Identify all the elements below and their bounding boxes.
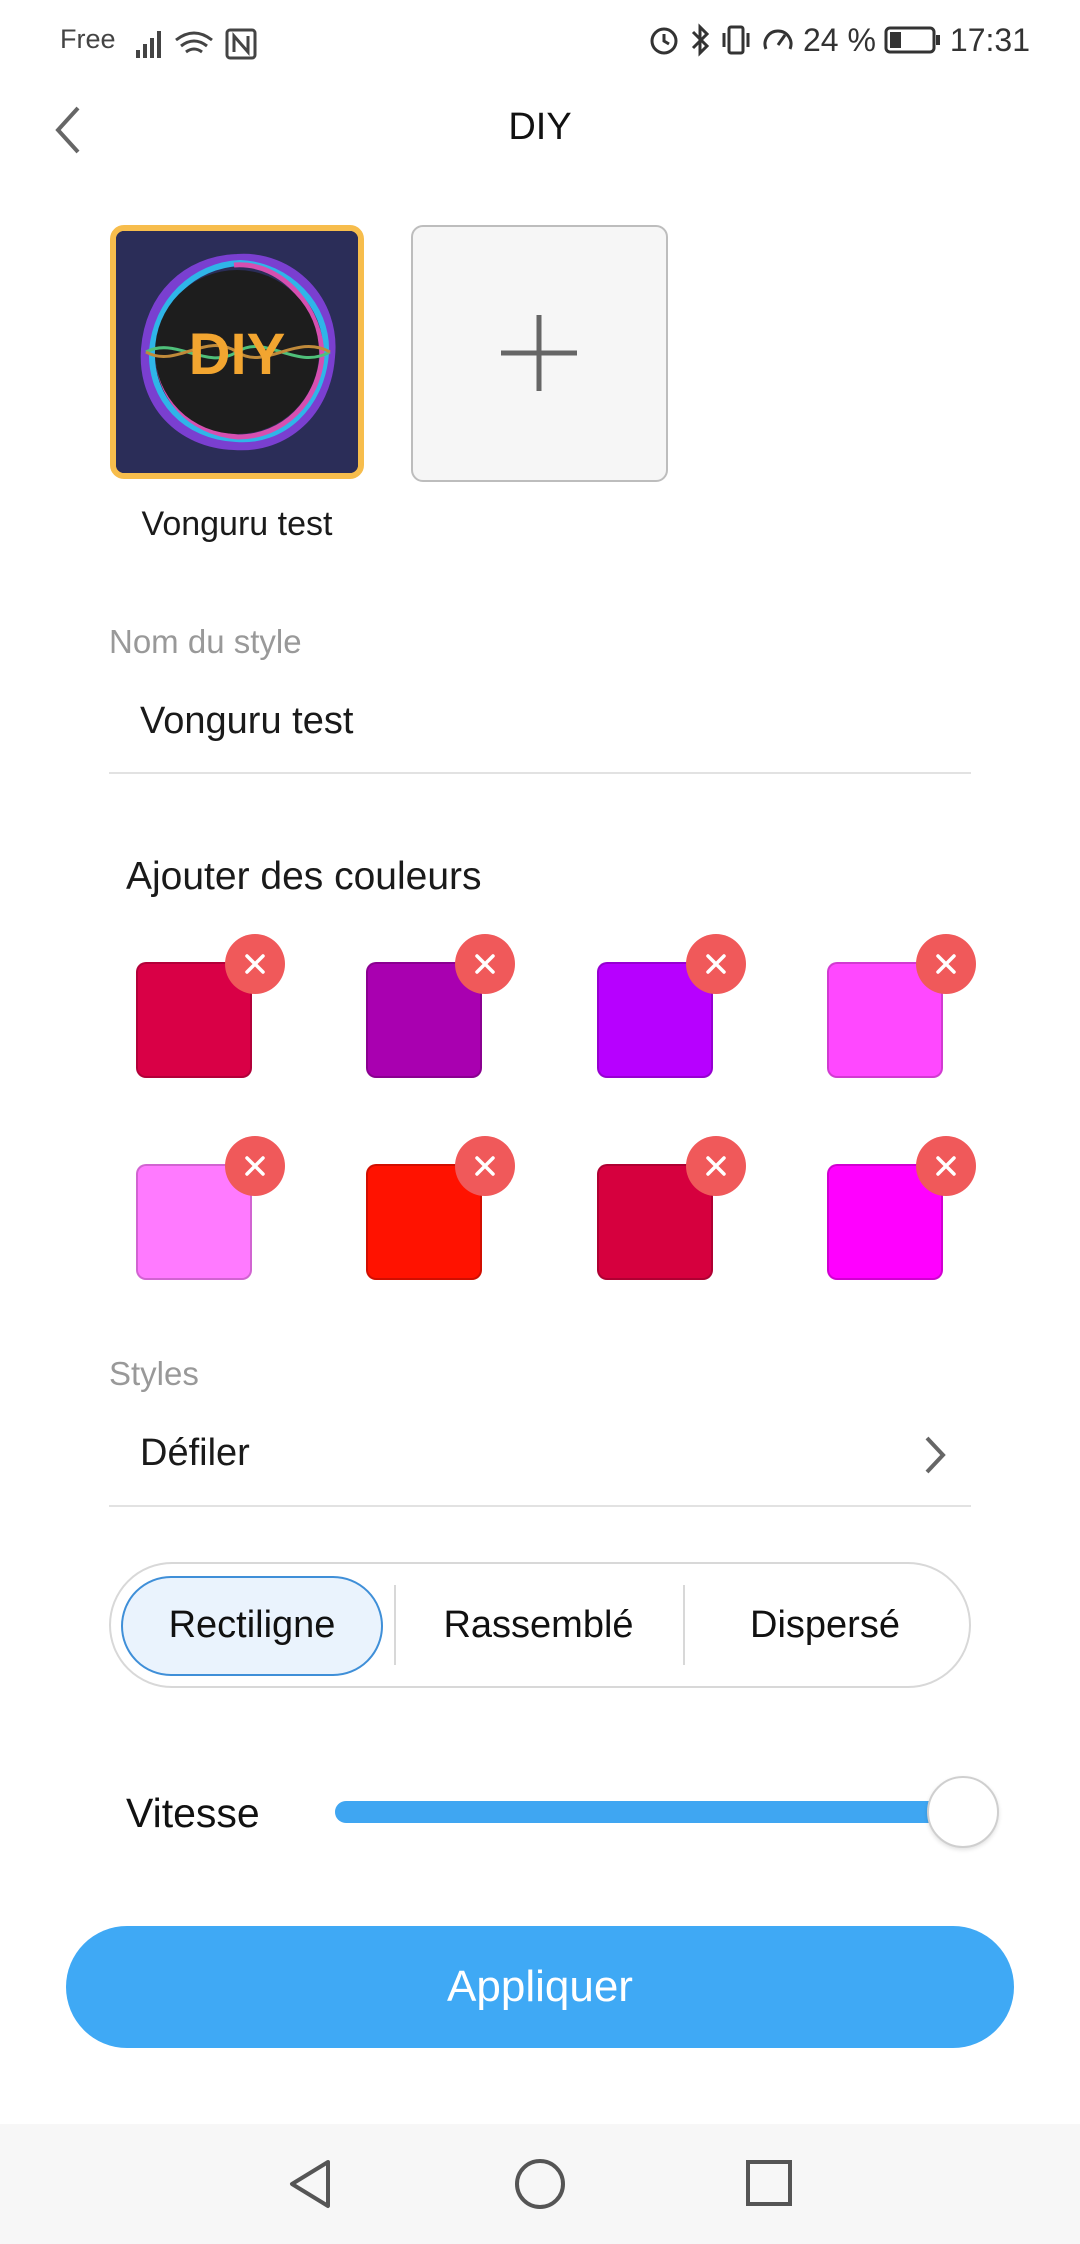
close-icon: [475, 954, 495, 974]
chevron-right-icon[interactable]: [915, 1430, 955, 1480]
apply-button[interactable]: Appliquer: [66, 1926, 1014, 2048]
bluetooth-icon: [691, 23, 710, 57]
alarm-icon: [650, 27, 678, 55]
plus-icon: [501, 315, 577, 391]
remove-color-button[interactable]: [225, 1136, 285, 1196]
signal-wifi-nfc-icon: [136, 28, 257, 60]
system-nav-bar: [0, 2124, 1080, 2244]
remove-color-button[interactable]: [455, 934, 515, 994]
nav-home-icon[interactable]: [512, 2156, 568, 2212]
close-icon: [936, 1156, 956, 1176]
page-title: DIY: [508, 106, 572, 148]
close-icon: [706, 954, 726, 974]
remove-color-button[interactable]: [686, 934, 746, 994]
add-colors-title: Ajouter des couleurs: [126, 855, 482, 898]
close-icon: [245, 1156, 265, 1176]
mode-option-rassemble[interactable]: Rassemblé: [396, 1563, 681, 1687]
status-right: 24 % 17:31: [647, 20, 1030, 60]
style-tile-label: Vonguru test: [141, 505, 333, 543]
style-name-input[interactable]: Vonguru test: [140, 700, 353, 743]
speed-label: Vitesse: [126, 1790, 260, 1836]
divider: [109, 1505, 971, 1507]
styles-select[interactable]: Défiler: [140, 1432, 250, 1475]
close-icon: [936, 954, 956, 974]
speed-slider-thumb[interactable]: [927, 1776, 999, 1848]
close-icon: [475, 1156, 495, 1176]
close-icon: [706, 1156, 726, 1176]
remove-color-button[interactable]: [455, 1136, 515, 1196]
nav-recents-icon[interactable]: [744, 2158, 796, 2210]
add-style-button[interactable]: [411, 225, 668, 482]
battery-percent: 24 %: [802, 21, 876, 58]
style-name-label: Nom du style: [109, 623, 302, 660]
speed-slider-fill: [335, 1801, 963, 1823]
data-saver-icon: [763, 29, 793, 50]
close-icon: [245, 954, 265, 974]
battery-icon: [884, 26, 940, 54]
mode-option-rectiligne[interactable]: Rectiligne: [121, 1563, 383, 1687]
divider: [109, 772, 971, 774]
vibrate-icon: [722, 25, 750, 55]
clock: 17:31: [949, 21, 1030, 58]
styles-label: Styles: [109, 1355, 199, 1392]
remove-color-button[interactable]: [916, 1136, 976, 1196]
thumbnail-text: DIY: [189, 322, 286, 387]
carrier-label: Free: [60, 24, 116, 54]
mode-option-disperse[interactable]: Dispersé: [685, 1563, 965, 1687]
status-bar: Free 24 % 17:31: [0, 0, 1080, 84]
remove-color-button[interactable]: [225, 934, 285, 994]
remove-color-button[interactable]: [916, 934, 976, 994]
remove-color-button[interactable]: [686, 1136, 746, 1196]
style-tile-selected[interactable]: DIY: [110, 225, 364, 479]
diy-thumbnail: DIY: [116, 231, 358, 473]
nav-back-icon[interactable]: [282, 2154, 338, 2214]
